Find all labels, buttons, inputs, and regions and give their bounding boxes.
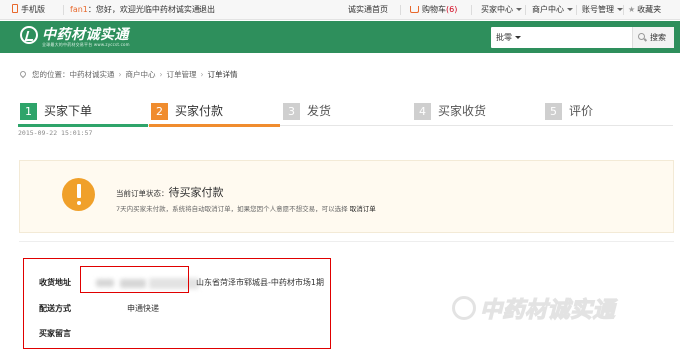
step-progress-done — [18, 124, 148, 127]
search-input[interactable] — [537, 29, 622, 46]
account-label: 账号管理 — [582, 5, 614, 14]
step-number: 1 — [20, 103, 37, 120]
mobile-link[interactable]: 手机版 — [12, 0, 45, 20]
status-note-text: 7天内买家未付款，系统将自动取消订单，如果您因个人意愿不想交易，可以选择 — [116, 205, 348, 213]
step-label: 买家收货 — [438, 104, 487, 118]
warning-icon — [62, 178, 95, 211]
status-value: 待买家付款 — [168, 186, 224, 199]
favorites-link[interactable]: ★ 收藏夹 — [628, 0, 661, 20]
step-number: 2 — [151, 103, 168, 120]
status-note: 7天内买家未付款，系统将自动取消订单，如果您因个人意愿不想交易，可以选择 取消订… — [116, 203, 376, 213]
welcome-text: fan1：您好，欢迎光临中药材诚实通 — [70, 5, 200, 14]
breadcrumb-separator: › — [200, 70, 204, 79]
order-status-panel: 当前订单状态：待买家付款 7天内买家未付款，系统将自动取消订单，如果您因个人意愿… — [19, 160, 674, 233]
chevron-down-icon — [515, 36, 521, 39]
step-label: 买家下单 — [44, 104, 93, 118]
step-timestamp: 2015-09-22 15:01:57 — [18, 129, 93, 137]
logo-mark-icon — [20, 26, 38, 44]
watermark-logo-icon — [452, 296, 476, 320]
search-button[interactable]: 搜索 — [632, 27, 674, 48]
breadcrumb-current: 订单详情 — [207, 70, 238, 79]
breadcrumb-separator: › — [118, 70, 122, 79]
star-icon: ★ — [628, 5, 636, 14]
logo-text: 中药材诚实通 — [42, 27, 129, 43]
warning-icon-bar — [76, 184, 81, 198]
logout-link[interactable]: 退出 — [199, 0, 215, 20]
search-bar: 批零 搜索 — [491, 27, 674, 48]
divider — [471, 5, 472, 15]
breadcrumb: 您的位置：中药材诚实通 › 商户中心 › 订单管理 › 订单详情 — [18, 69, 238, 81]
chevron-down-icon — [516, 8, 522, 11]
search-type-label: 批零 — [496, 33, 512, 42]
step-progress-active — [149, 124, 280, 127]
divider — [623, 5, 624, 15]
cart-count: (6) — [446, 5, 458, 14]
cancel-order-link[interactable]: 取消订单 — [350, 205, 376, 213]
divider — [525, 5, 526, 15]
merchant-center-label: 商户中心 — [532, 5, 564, 14]
favorites-label: 收藏夹 — [637, 5, 662, 14]
cart-link[interactable]: 购物车(6) — [410, 0, 457, 20]
step-number: 5 — [545, 103, 562, 120]
phone-icon — [12, 4, 18, 13]
site-header: 中药材诚实通 全球最大的中药材交易平台 www.zyccst.com 批零 搜索 — [0, 21, 680, 53]
mobile-label: 手机版 — [21, 5, 45, 14]
annotation-box-inner — [80, 266, 189, 293]
home-link[interactable]: 诚实通首页 — [348, 0, 388, 20]
status-prefix: 当前订单状态： — [116, 189, 169, 198]
location-pin-icon — [18, 69, 28, 79]
breadcrumb-prefix: 您的位置： — [32, 70, 70, 79]
cart-icon — [410, 6, 419, 13]
step-number: 4 — [414, 103, 431, 120]
search-type-select[interactable]: 批零 — [496, 27, 521, 48]
breadcrumb-separator: › — [159, 70, 163, 79]
step-label: 发货 — [307, 104, 332, 118]
username[interactable]: fan1 — [70, 5, 88, 14]
step-label: 买家付款 — [175, 104, 224, 118]
warning-icon-dot — [76, 201, 81, 205]
breadcrumb-link-home[interactable]: 中药材诚实通 — [70, 70, 115, 79]
buyer-center-label: 买家中心 — [481, 5, 513, 14]
buyer-center-menu[interactable]: 买家中心 — [481, 0, 522, 20]
merchant-center-menu[interactable]: 商户中心 — [532, 0, 573, 20]
divider — [400, 5, 401, 15]
greeting: 您好，欢迎光临中药材诚实通 — [95, 5, 200, 14]
step-number: 3 — [283, 103, 300, 120]
search-button-label: 搜索 — [650, 33, 666, 42]
account-menu[interactable]: 账号管理 — [582, 0, 623, 20]
watermark: 中药材诚实通 — [452, 290, 680, 330]
watermark-text: 中药材诚实通 — [479, 297, 616, 323]
site-logo[interactable]: 中药材诚实通 全球最大的中药材交易平台 www.zyccst.com — [20, 24, 150, 50]
step-label: 评价 — [569, 104, 594, 118]
divider — [576, 5, 577, 15]
order-status: 当前订单状态：待买家付款 — [116, 184, 224, 200]
chevron-down-icon — [567, 8, 573, 11]
divider — [63, 5, 64, 15]
top-bar: 手机版 fan1：您好，欢迎光临中药材诚实通 退出 诚实通首页 购物车(6) 买… — [0, 0, 680, 20]
cart-label: 购物车 — [422, 5, 446, 14]
breadcrumb-link-orders[interactable]: 订单管理 — [167, 70, 197, 79]
search-icon — [638, 33, 645, 40]
breadcrumb-link-merchant[interactable]: 商户中心 — [126, 70, 156, 79]
logo-subtitle: 全球最大的中药材交易平台 www.zyccst.com — [42, 42, 130, 47]
